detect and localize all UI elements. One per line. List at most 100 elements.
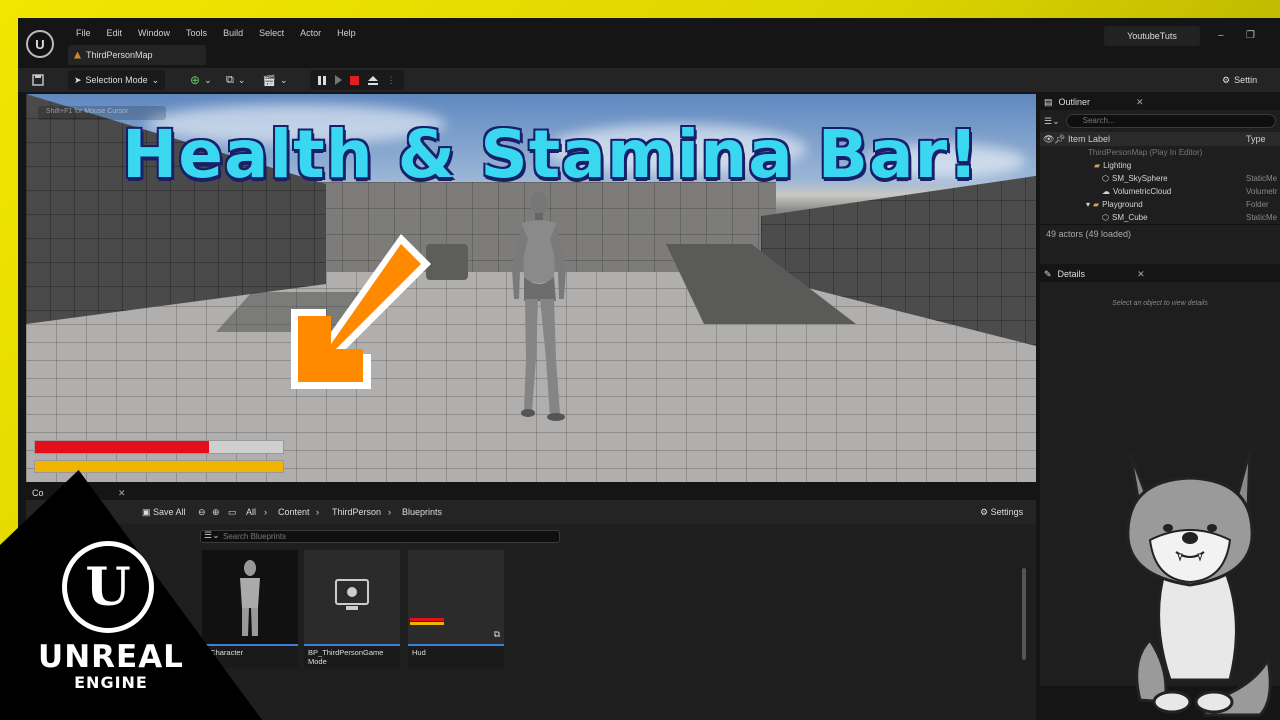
menu-edit[interactable]: Edit [99,28,131,38]
close-icon[interactable]: ✕ [118,488,126,499]
content-browser-tab-label[interactable]: Co [32,488,44,498]
content-scrollbar[interactable] [1022,568,1026,660]
outliner-search-row: ☰⌄ Search... [1040,110,1280,132]
menu-actor[interactable]: Actor [292,28,329,38]
content-browser-tabbar: Co ✕ [26,486,1036,500]
content-search-input[interactable]: Search Blueprints [200,530,560,543]
selection-mode-label: Selection Mode [85,75,148,85]
tree-row[interactable]: ⬡ SM_Cube StaticMe [1040,211,1280,224]
history-forward-icon[interactable]: ⊕ [212,507,220,518]
level-icon [74,51,81,59]
outliner-tab[interactable]: ▤ Outliner ✕ [1040,94,1280,110]
menu-select[interactable]: Select [251,28,292,38]
tree-row[interactable]: ▾ ▰ Playground Folder [1040,198,1280,211]
actor-count: 49 actors (49 loaded) [1040,224,1280,242]
pencil-icon: ✎ [1044,268,1052,279]
unreal-logo-icon[interactable]: U [26,30,54,58]
asset-tile-gamemode[interactable]: BP_ThirdPersonGame Mode [304,550,400,668]
map-tab-label: ThirdPersonMap [86,50,153,60]
tree-row[interactable]: ▰ Lighting [1040,159,1280,172]
folder-icon: ▭ [228,506,237,517]
history-back-icon[interactable]: ⊖ [198,507,206,518]
content-browser-nav: ▣ Save All ⊖ ⊕ ▭ All › Content › ThirdPe… [26,500,1036,524]
wolf-mascot-illustration [1126,449,1272,717]
folder-icon: ▰ [1094,161,1101,170]
map-tab[interactable]: ThirdPersonMap [68,45,206,65]
menu-window[interactable]: Window [130,28,178,38]
settings-button[interactable]: ⚙ Settin [1222,70,1257,90]
health-bar [34,440,284,454]
save-icon: ▣ [142,506,154,517]
tree-row[interactable]: ☁ VolumetricCloud Volumetr [1040,185,1280,198]
outliner-search-input[interactable]: Search... [1065,114,1276,128]
pin-icon[interactable]: 📌︎ [1054,134,1068,145]
save-icon[interactable] [32,70,44,90]
details-tab[interactable]: ✎ Details ✕ [1040,266,1280,282]
breadcrumb-blueprints[interactable]: Blueprints [402,507,442,517]
breadcrumb-all[interactable]: All [246,507,256,517]
settings-button[interactable]: ⚙ Settings [980,507,1023,518]
asset-tile-character[interactable]: nCharacter [202,550,298,668]
main-menu: File Edit Window Tools Build Select Acto… [68,28,364,38]
stop-icon[interactable] [350,75,360,85]
asset-label: Hud [408,644,504,659]
details-tab-label: Details [1057,269,1086,279]
col-type[interactable]: Type [1246,134,1280,144]
tree-row[interactable]: ⬡ SM_SkySphere StaticMe [1040,172,1280,185]
tree-row[interactable]: ThirdPersonMap (Play In Editor) [1040,146,1280,159]
folder-icon: ▰ [1093,200,1100,209]
add-actor-icon[interactable]: ⊕ ⌄ [190,70,212,90]
menu-build[interactable]: Build [215,28,251,38]
editor-window: U File Edit Window Tools Build Select Ac… [18,18,1280,720]
asset-label: nCharacter [202,644,298,659]
breadcrumb-separator-icon: › [264,507,267,517]
filter-icon[interactable]: ☰⌄ [1044,116,1060,127]
level-viewport[interactable]: Shift+F1 for Mouse Cursor Health & Stami… [26,94,1036,482]
visibility-icon[interactable]: 👁︎ [1040,134,1054,145]
breadcrumb-content[interactable]: Content [278,507,310,517]
save-all-button[interactable]: ▣ Save All [142,507,186,518]
cloud-icon: ☁ [1102,187,1110,196]
play-controls: ⋮ [310,70,404,90]
selection-mode-dropdown[interactable]: ➤ Selection Mode ⌄ [68,70,166,90]
chevron-down-icon[interactable]: ▾ [1086,200,1090,209]
stamina-bar-fill [35,461,283,472]
health-bar-fill [35,441,209,453]
arrow-icon [291,234,431,389]
cinematics-icon[interactable]: 🎬︎ ⌄ [262,70,288,90]
advance-frame-icon[interactable] [334,75,342,85]
title-bar: U File Edit Window Tools Build Select Ac… [18,18,1280,68]
mannequin-character[interactable] [504,189,574,424]
chevron-down-icon: ⌄ [151,74,160,85]
minimize-icon[interactable]: – [1218,30,1224,41]
pause-icon[interactable] [318,75,327,85]
widget-blueprint-icon: ⧉ [493,629,500,639]
outliner-icon: ▤ [1044,96,1053,107]
menu-tools[interactable]: Tools [178,28,215,38]
blueprints-icon[interactable]: ⧉ ⌄ [226,70,245,90]
main-toolbar: ➤ Selection Mode ⌄ ⊕ ⌄ ⧉ ⌄ 🎬︎ ⌄ ⋮ ⚙ Settin [18,68,1280,92]
video-headline: Health & Stamina Bar! [122,116,980,193]
menu-help[interactable]: Help [329,28,364,38]
close-icon[interactable]: ✕ [1137,269,1145,280]
asset-tile-hud[interactable]: ⧉ Hud [408,550,504,668]
menu-file[interactable]: File [68,28,99,38]
filter-icon[interactable]: ☰⌄ [204,530,220,541]
breadcrumb-thirdperson[interactable]: ThirdPerson [332,507,381,517]
close-icon[interactable]: ✕ [1136,97,1144,108]
static-mesh-icon: ⬡ [1102,174,1109,183]
col-item-label[interactable]: Item Label [1068,134,1246,144]
unreal-wordmark: UNREAL [38,639,184,675]
breadcrumb-separator-icon: › [316,507,319,517]
gear-icon: ⚙ [1222,74,1231,85]
eject-icon[interactable] [368,75,379,85]
outliner-tab-label: Outliner [1058,97,1091,107]
maximize-icon[interactable]: ❐ [1246,30,1255,41]
stamina-bar [34,460,284,473]
settings-label: Settin [1234,75,1258,85]
gamemode-thumbnail [304,550,400,644]
user-account[interactable]: YoutubeTuts [1104,26,1200,46]
engine-wordmark: ENGINE [74,673,148,692]
hud-thumbnail: ⧉ [408,550,504,644]
more-options-icon[interactable]: ⋮ [387,75,396,86]
